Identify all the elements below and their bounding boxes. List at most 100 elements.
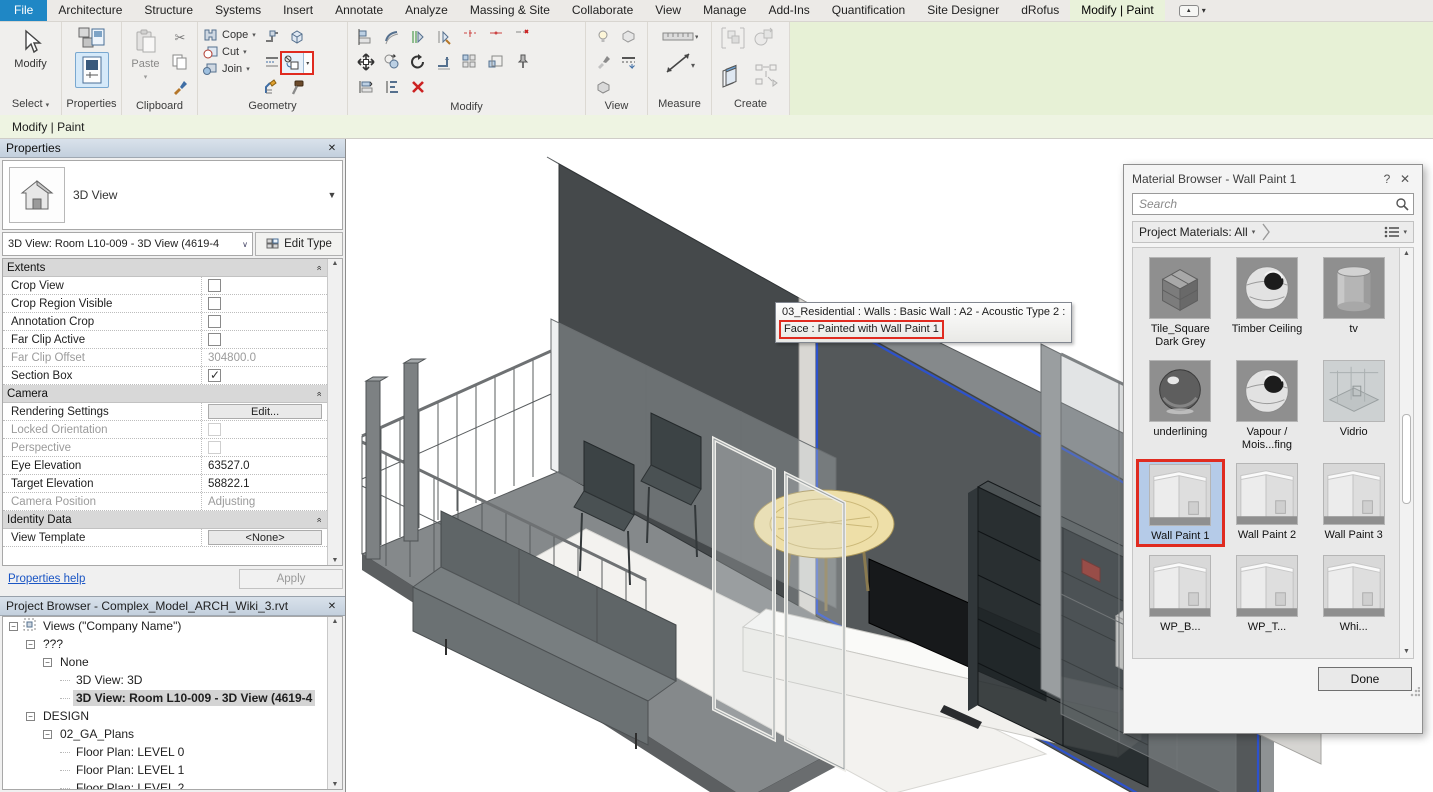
material-filter-bar[interactable]: Project Materials: All ▾ ▾ bbox=[1132, 221, 1414, 243]
value-button[interactable]: Edit... bbox=[208, 404, 322, 419]
demolish-hammer-icon[interactable] bbox=[289, 79, 305, 98]
tree-item--[interactable]: −??? bbox=[3, 635, 327, 653]
unjoin-icon[interactable] bbox=[513, 28, 531, 49]
drawing-area[interactable]: 03_Residential : Walls : Basic Wall : A2… bbox=[346, 139, 1433, 792]
ribbon-tab-file[interactable]: File bbox=[0, 0, 47, 21]
material-thumbnail[interactable] bbox=[1149, 555, 1211, 617]
measure-between-icon[interactable]: ▾ bbox=[663, 50, 697, 79]
property-row-eye-elevation[interactable]: Eye Elevation63527.0 bbox=[3, 457, 327, 475]
material-wall-paint-2[interactable]: Wall Paint 2 bbox=[1224, 460, 1311, 546]
checkbox-unchecked[interactable] bbox=[208, 297, 221, 310]
ribbon-tab-view[interactable]: View bbox=[644, 0, 692, 21]
chevron-down-icon[interactable]: ▾ bbox=[1252, 228, 1256, 236]
edit-type-button[interactable]: Edit Type bbox=[255, 232, 343, 256]
ribbon-tab-structure[interactable]: Structure bbox=[133, 0, 204, 21]
material-thumbnail[interactable] bbox=[1236, 463, 1298, 525]
property-row-crop-view[interactable]: Crop View bbox=[3, 277, 327, 295]
collapse-chevron-icon[interactable]: » bbox=[313, 517, 323, 522]
property-value[interactable]: <None> bbox=[201, 529, 327, 546]
ribbon-tab-insert[interactable]: Insert bbox=[272, 0, 324, 21]
checkbox-checked[interactable] bbox=[208, 369, 221, 382]
ribbon-tab-analyze[interactable]: Analyze bbox=[394, 0, 459, 21]
tree-item-floor-plan-level-2[interactable]: Floor Plan: LEVEL 2 bbox=[3, 779, 327, 790]
tree-expander-icon[interactable]: − bbox=[43, 730, 52, 739]
property-row-crop-region-visible[interactable]: Crop Region Visible bbox=[3, 295, 327, 313]
tree-item-label[interactable]: ??? bbox=[40, 636, 66, 652]
cut-button[interactable]: Cut▾ bbox=[203, 45, 256, 59]
panel-view-footer[interactable]: View bbox=[586, 100, 647, 115]
paint-button[interactable]: ▾ bbox=[280, 51, 314, 75]
value-button[interactable]: <None> bbox=[208, 530, 322, 545]
panel-create-footer[interactable]: Create bbox=[712, 98, 789, 115]
material-underlining[interactable]: underlining bbox=[1137, 357, 1224, 454]
property-value[interactable] bbox=[201, 295, 327, 312]
create-group-icon[interactable] bbox=[720, 26, 746, 53]
tree-item-label[interactable]: 3D View: Room L10-009 - 3D View (4619-4 bbox=[73, 690, 315, 706]
tree-item-label[interactable]: None bbox=[57, 654, 92, 670]
chevron-down-icon[interactable]: ▾ bbox=[304, 60, 312, 67]
property-row-section-box[interactable]: Section Box bbox=[3, 367, 327, 385]
wall-sweep-icon[interactable] bbox=[264, 29, 280, 48]
material-wall-paint-3[interactable]: Wall Paint 3 bbox=[1310, 460, 1397, 546]
glass-door[interactable] bbox=[714, 439, 774, 739]
tree-expander-icon[interactable]: − bbox=[43, 658, 52, 667]
tree-expander-icon[interactable]: − bbox=[26, 712, 35, 721]
align-icon[interactable] bbox=[357, 28, 375, 49]
material-thumbnail[interactable] bbox=[1323, 257, 1385, 319]
scroll-down-icon[interactable]: ▼ bbox=[332, 557, 339, 564]
material-thumbnail[interactable] bbox=[1149, 257, 1211, 319]
property-row-far-clip-offset[interactable]: Far Clip Offset304800.0 bbox=[3, 349, 327, 367]
tree-item-label[interactable]: 3D View: 3D bbox=[73, 672, 145, 688]
tree-item-label[interactable]: Views ("Company Name") bbox=[40, 618, 184, 634]
property-value[interactable]: 58822.1 bbox=[201, 475, 327, 492]
scale-icon[interactable] bbox=[487, 53, 505, 74]
close-icon[interactable]: ✕ bbox=[325, 601, 339, 612]
tree-item-02-ga-plans[interactable]: −02_GA_Plans bbox=[3, 725, 327, 743]
array-icon[interactable] bbox=[461, 53, 479, 74]
property-value[interactable]: Adjusting bbox=[201, 493, 327, 510]
ribbon-tab-systems[interactable]: Systems bbox=[204, 0, 272, 21]
move-icon[interactable] bbox=[357, 53, 375, 74]
material-browser-dialog[interactable]: Material Browser - Wall Paint 1 ? ✕ Sear… bbox=[1123, 164, 1423, 734]
copy-icon[interactable] bbox=[383, 53, 401, 74]
type-preview-box[interactable]: 3D View ▼ bbox=[2, 160, 343, 230]
material-thumbnail[interactable] bbox=[1323, 463, 1385, 525]
material-wall-paint-1[interactable]: Wall Paint 1 bbox=[1137, 460, 1224, 546]
property-group-extents[interactable]: Extents» bbox=[3, 259, 327, 277]
glass-door[interactable] bbox=[786, 474, 844, 769]
cope-button[interactable]: Cope▾ bbox=[203, 28, 256, 42]
resize-grip[interactable] bbox=[1410, 687, 1420, 697]
chevron-down-icon[interactable]: ▼ bbox=[322, 190, 342, 200]
ribbon-tab-massing-site[interactable]: Massing & Site bbox=[459, 0, 561, 21]
ribbon-tab-site-designer[interactable]: Site Designer bbox=[916, 0, 1010, 21]
property-value[interactable] bbox=[201, 277, 327, 294]
properties-toggle-button[interactable] bbox=[75, 52, 109, 88]
ribbon-tab-architecture[interactable]: Architecture bbox=[47, 0, 133, 21]
mirror-pick-icon[interactable] bbox=[409, 28, 427, 49]
property-row-rendering-settings[interactable]: Rendering SettingsEdit... bbox=[3, 403, 327, 421]
modify-button[interactable]: Modify bbox=[6, 26, 56, 70]
properties-palette-header[interactable]: Properties ✕ bbox=[0, 139, 345, 158]
tree-item-label[interactable]: DESIGN bbox=[40, 708, 92, 724]
property-value[interactable] bbox=[201, 421, 327, 438]
material-whi-[interactable]: Whi... bbox=[1310, 552, 1397, 636]
corner-trim-icon[interactable] bbox=[435, 53, 453, 74]
tree-expander-icon[interactable]: − bbox=[26, 640, 35, 649]
tree-item-3d-view-room-l10-009-3d-view-4[interactable]: 3D View: Room L10-009 - 3D View (4619-4 bbox=[3, 689, 327, 707]
create-parts-icon[interactable] bbox=[754, 63, 780, 92]
material-wp-b-[interactable]: WP_B... bbox=[1137, 552, 1224, 636]
property-value[interactable] bbox=[201, 367, 327, 384]
scroll-up-icon[interactable]: ▲ bbox=[332, 618, 339, 625]
panel-measure-footer[interactable]: Measure bbox=[648, 98, 711, 115]
align-left-icon[interactable] bbox=[357, 78, 375, 99]
material-vapour-mois-fing[interactable]: Vapour / Mois...fing bbox=[1224, 357, 1311, 454]
tree-item-none[interactable]: −None bbox=[3, 653, 327, 671]
paste-button[interactable]: Paste ▾ bbox=[127, 26, 164, 81]
ribbon-tab-add-ins[interactable]: Add-Ins bbox=[757, 0, 820, 21]
type-selector-combo[interactable]: 3D View: Room L10-009 - 3D View (4619-4 … bbox=[2, 232, 253, 256]
panel-clipboard-footer[interactable]: Clipboard bbox=[122, 100, 197, 115]
collapse-chevron-icon[interactable]: » bbox=[313, 391, 323, 396]
tree-item-label[interactable]: Floor Plan: LEVEL 2 bbox=[73, 780, 187, 790]
tree-scrollbar[interactable]: ▲ ▼ bbox=[327, 617, 342, 789]
material-tile-square-dark-grey[interactable]: Tile_Square Dark Grey bbox=[1137, 254, 1224, 351]
